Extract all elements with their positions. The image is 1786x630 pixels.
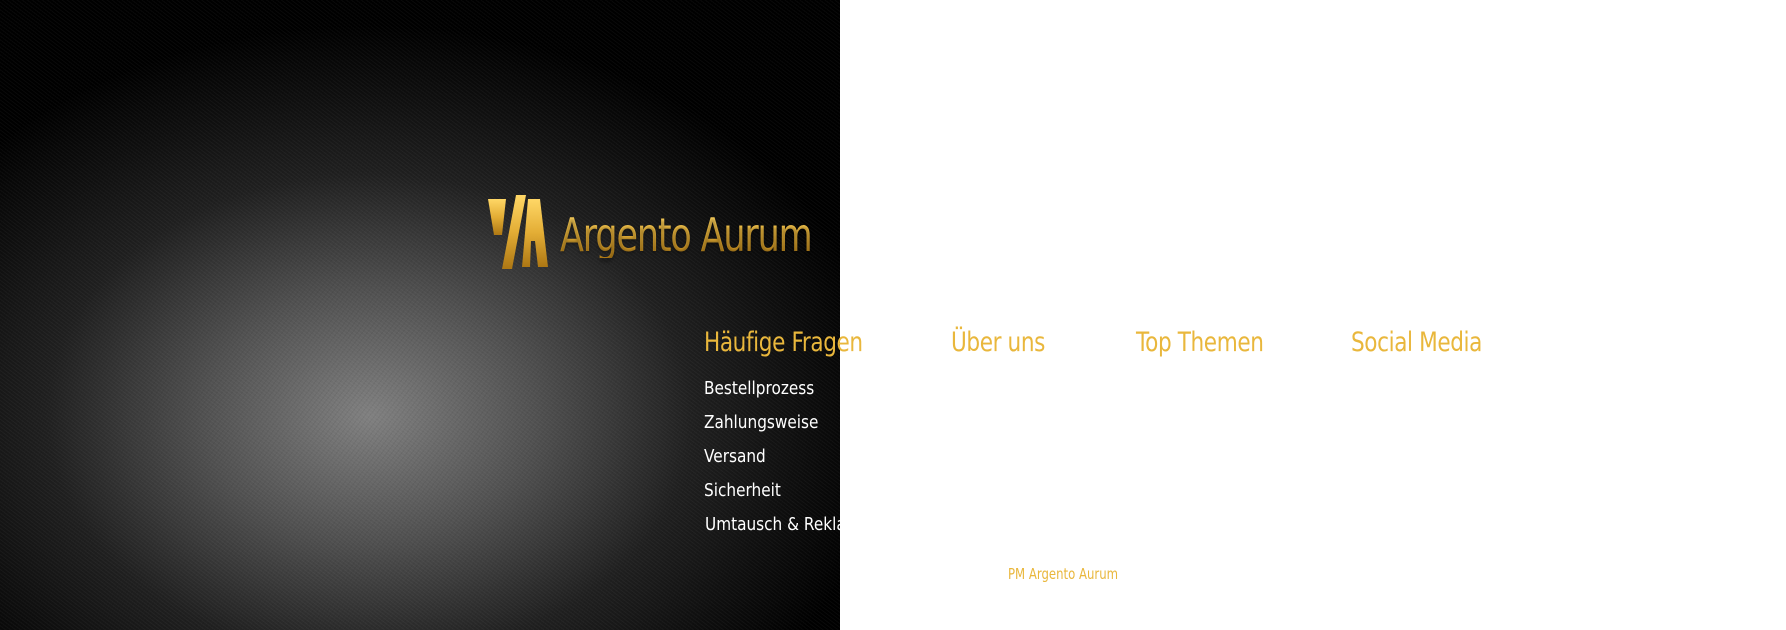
faq-link-list: Bestellprozess Zahlungsweise Versand Sic… [704,372,840,542]
faq-link-security[interactable]: Sicherheit [704,474,840,508]
nav-heading-faq[interactable]: Häufige Fragen [704,327,863,358]
faq-link-payment[interactable]: Zahlungsweise [704,406,840,440]
nav-heading-about[interactable]: Über uns [951,327,1045,358]
footer-copyright: PM Argento Aurum [1008,565,1119,583]
argento-aurum-monogram-icon [488,195,548,269]
faq-link-returns[interactable]: Umtausch & Reklamation [704,508,840,542]
nav-heading-topics[interactable]: Top Themen [1136,327,1264,358]
nav-heading-social[interactable]: Social Media [1351,327,1482,358]
brand-name: Argento Aurum [560,208,813,262]
brand-logo[interactable]: Argento Aurum [488,194,891,276]
faq-link-shipping[interactable]: Versand [704,440,840,474]
faq-link-ordering[interactable]: Bestellprozess [704,372,840,406]
